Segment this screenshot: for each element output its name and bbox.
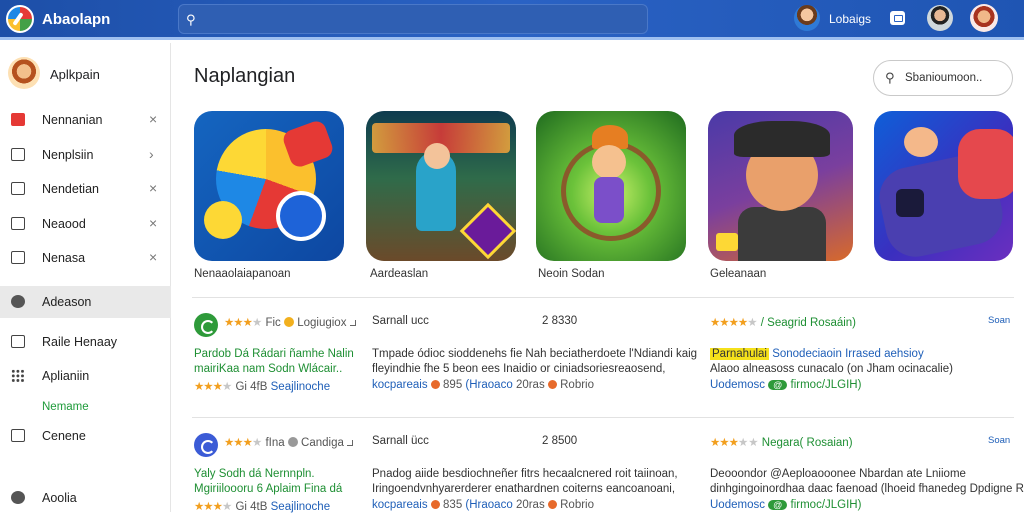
sidebar-item-label: Nenasa [42,251,86,265]
row-link[interactable]: Soan [988,435,1010,446]
top-bar: Abaolapn ⚲ Lobaigs [0,0,1024,40]
sidebar-user-name: Aplkpain [50,67,100,82]
app-tile-1[interactable] [366,111,516,261]
row-description: Tmpade ódioc sioddenehs fie Nah beciathe… [372,348,698,375]
page-title: Naplangian [194,65,296,87]
sidebar-item-label: Nennanian [42,113,103,127]
row-description: Pnadog aiide besdiochneñer fitrs hecaalc… [372,468,678,495]
sidebar-item-5[interactable]: Adeason [0,286,171,318]
app-logo-icon[interactable] [6,5,34,33]
message-icon[interactable] [890,11,905,25]
sidebar-item-8[interactable]: Nemame [0,394,171,422]
sidebar-item-9[interactable]: Cenene [0,422,171,450]
app-icon [194,313,218,337]
row-right-desc: Parnahulai Sonodeciaoin Irrased aehsioy … [710,348,953,375]
row-right-foot: Uodemosc @ firmoc/JLGIH) [710,499,862,511]
row-count: 2 8500 [542,435,578,447]
chevron-right-icon[interactable]: › [149,146,154,162]
row-sub: kocpareais 835 (Hraoaco 20ras Robrio [372,499,595,511]
chart-icon [11,148,25,161]
row-sub: kocpareais 895 (Hraoaco 20ras Robrio [372,379,595,391]
close-icon[interactable]: × [149,215,157,231]
sidebar-item-label: Nemame [42,401,89,413]
sort-placeholder: Sbanioumoon.. [905,72,983,84]
apps-grid-icon [11,369,25,382]
sidebar-item-label: Nendetian [42,182,99,196]
tile-label[interactable]: Geleanaan [710,268,766,280]
user-name[interactable]: Lobaigs [829,12,871,26]
edit-icon [11,335,25,348]
row-right-desc: Deooondor @Aeploaooonee Nbardan ate Lnii… [710,468,1024,495]
row-link[interactable]: Soan [988,315,1010,326]
row-count: 2 8330 [542,315,578,327]
avatar-secondary[interactable] [927,5,953,31]
app-tile-0[interactable] [194,111,344,261]
sidebar-item-label: Aplianiin [42,369,90,383]
tile-label[interactable]: Nenaaolaiapanoan [194,268,291,280]
grid-icon [11,217,25,230]
sidebar: Aplkpain Nennanian × Nenplsiin › Nendeti… [0,43,171,512]
tile-label[interactable]: Aardeaslan [370,268,428,280]
list-item[interactable]: ★★★★ fIna Candiga Yaly Sodh dá Nernnpln.… [192,417,1024,527]
row-rating: ★★★★★ / Seagrid Rosaáin) [710,317,857,329]
app-tile-2[interactable] [536,111,686,261]
search-icon: ⚲ [885,70,895,85]
list-item[interactable]: ★★★★ Fic Logiugiox Pardob Dá Rádari ñamh… [192,297,1022,407]
close-icon[interactable]: × [149,249,157,265]
sidebar-item-label: Nenplsiin [42,148,94,162]
avatar-profile[interactable] [970,4,998,32]
document-icon [11,251,25,264]
sidebar-item-label: Aoolia [42,491,77,505]
row-rating: ★★★★★ Negara( Rosaian) [710,437,853,449]
search-input[interactable]: ⚲ [178,4,648,34]
app-title: Abaolapn [42,11,111,28]
app-icon [194,433,218,457]
home-icon [11,113,25,126]
row-right-foot: Uodemosc @ firmoc/JLGIH) [710,379,862,391]
sidebar-item-label: Neaood [42,217,86,231]
search-icon: ⚲ [186,12,196,27]
sidebar-item-2[interactable]: Nendetian × [0,175,171,203]
sidebar-avatar[interactable] [8,57,40,89]
sidebar-item-4[interactable]: Nenasa × [0,244,171,272]
avatar[interactable] [794,5,820,31]
sidebar-item-10[interactable]: Aoolia [0,484,171,512]
app-tile-4[interactable] [874,111,1013,261]
close-icon[interactable]: × [149,111,157,127]
row-category: Sarnall ucc [372,315,429,327]
sidebar-item-1[interactable]: Nenplsiin › [0,141,171,169]
row-footer: ★★★★ Gi 4tB Seajlinoche [194,501,331,513]
sidebar-item-6[interactable]: Raile Henaay [0,328,171,356]
row-meta: ★★★★ Fic Logiugiox [224,315,356,329]
sidebar-item-0[interactable]: Nennanian × [0,106,171,134]
row-category: Sarnall ücc [372,435,429,447]
row-title[interactable]: Pardob Dá Rádari ñamhe Nalin mairiKaa na… [194,347,359,377]
media-icon [11,182,25,195]
row-footer: ★★★★ Gi 4fB Seajlinoche [194,381,331,393]
sidebar-item-3[interactable]: Neaood × [0,210,171,238]
row-title[interactable]: Yaly Sodh dá Nernnpln. Mgiriiloooru 6 Ap… [194,467,359,497]
check-circle-icon [11,295,25,308]
close-icon[interactable]: × [149,180,157,196]
sort-search-field[interactable]: ⚲ Sbanioumoon.. [873,60,1013,96]
sidebar-item-label: Adeason [42,295,92,309]
user-icon [11,491,25,504]
tile-label[interactable]: Neoin Sodan [538,268,605,280]
sidebar-item-label: Raile Henaay [42,335,118,349]
sidebar-item-label: Cenene [42,429,86,443]
calendar-icon [11,429,25,442]
sidebar-item-7[interactable]: Aplianiin [0,362,171,390]
app-tile-3[interactable] [708,111,853,261]
row-meta: ★★★★ fIna Candiga [224,435,354,449]
